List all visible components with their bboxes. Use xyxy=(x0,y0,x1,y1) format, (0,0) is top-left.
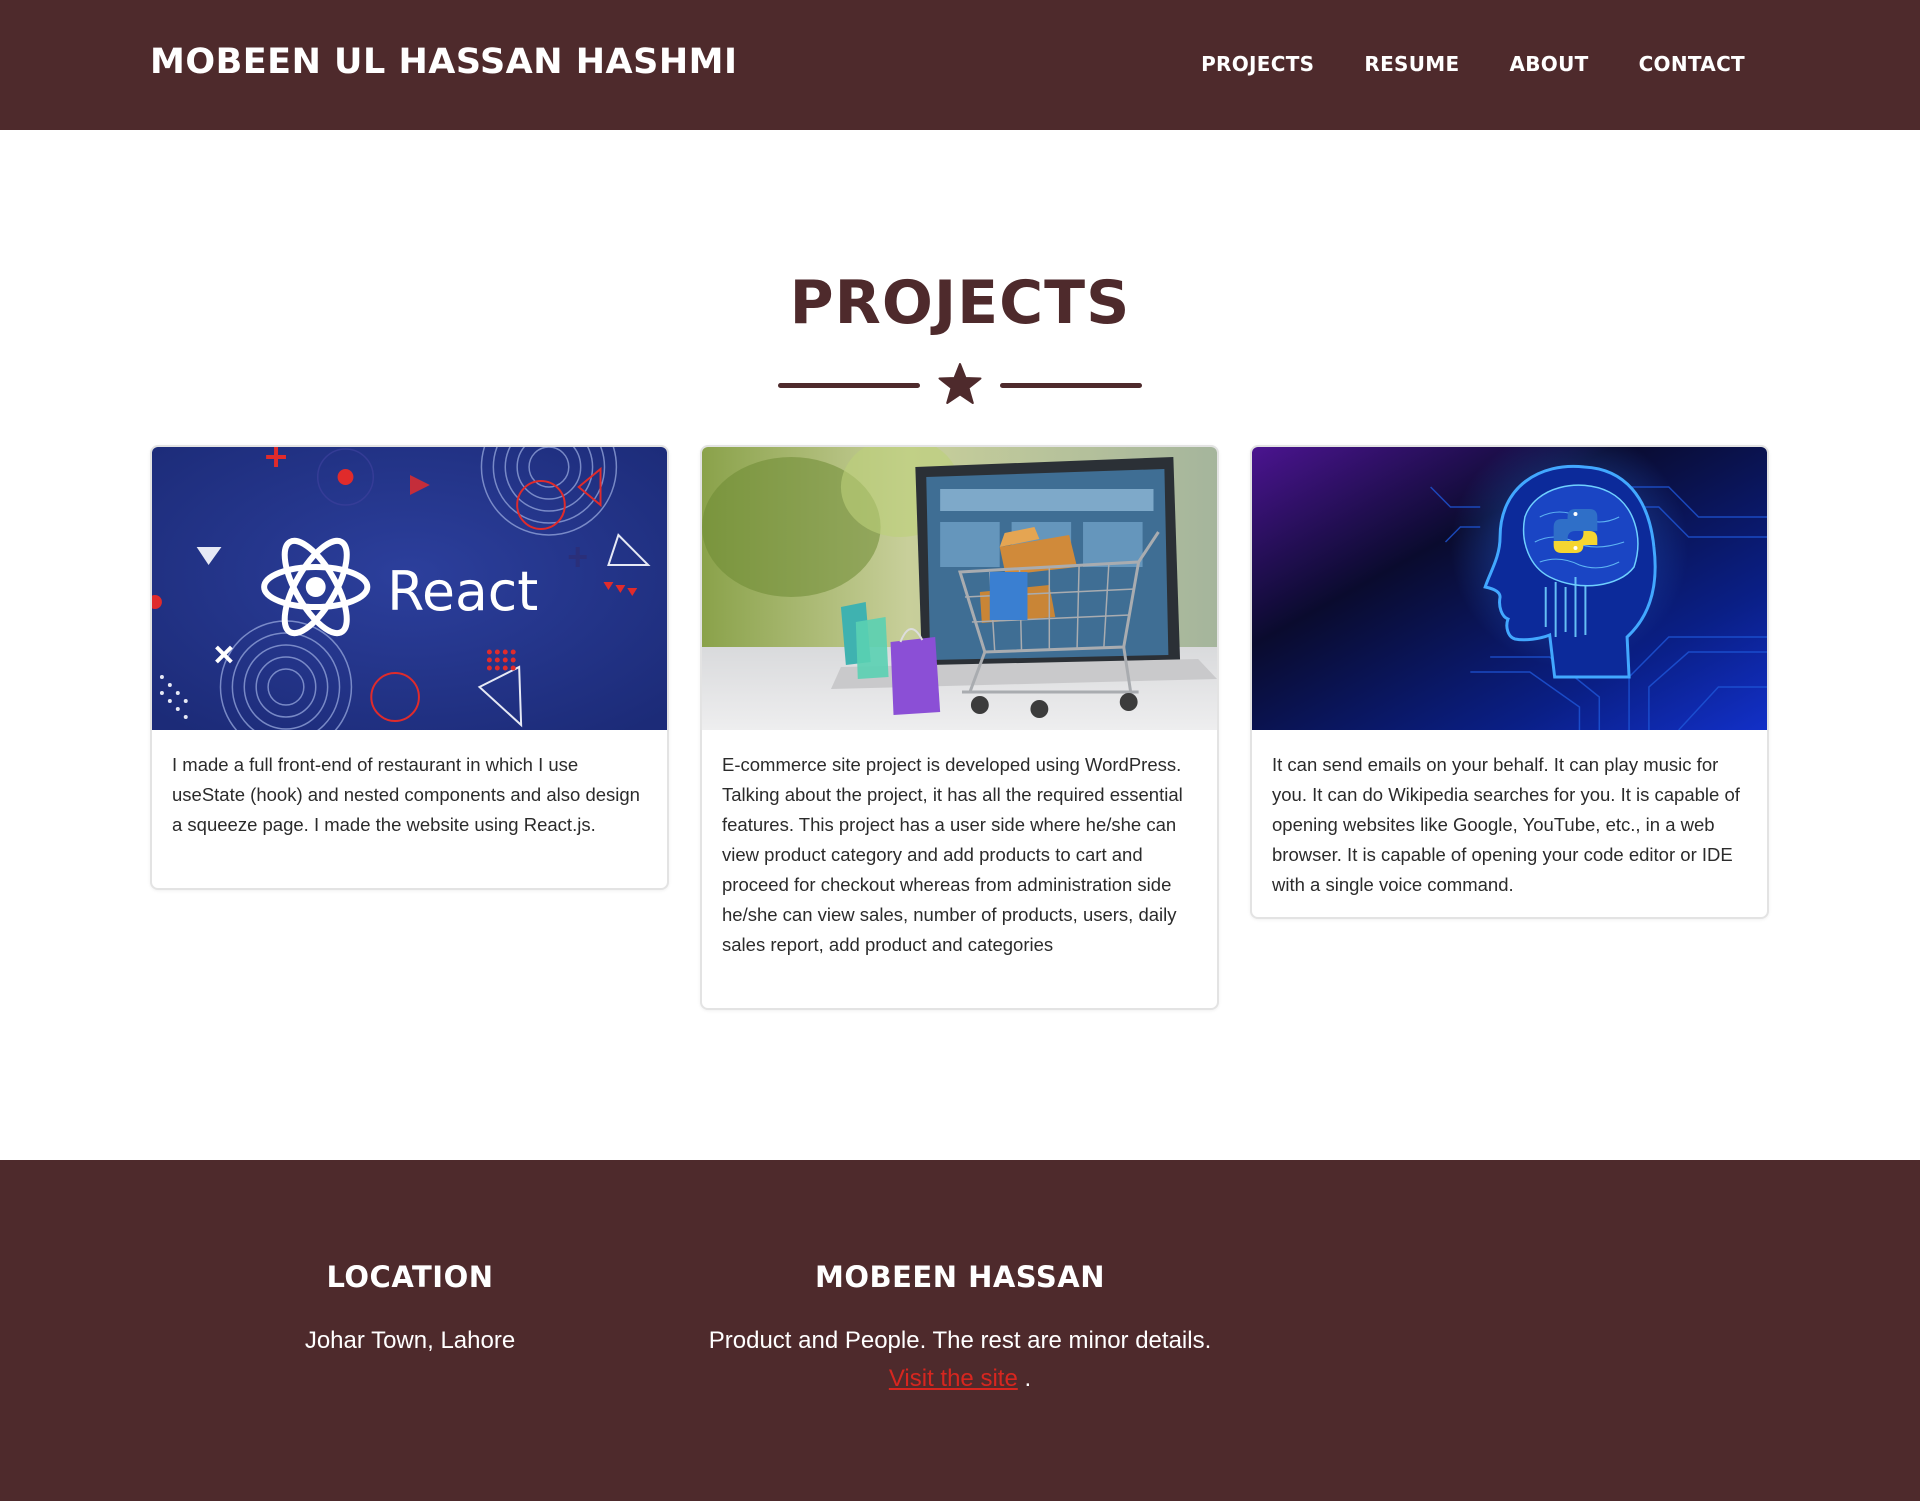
footer-about: MOBEEN HASSAN Product and People. The re… xyxy=(660,1260,1260,1398)
top-navbar: MOBEEN UL HASSAN HASHMI PROJECTS RESUME … xyxy=(0,0,1920,130)
nav-projects-link[interactable]: PROJECTS xyxy=(1201,52,1314,76)
about-link-line: Visit the site . xyxy=(660,1360,1260,1398)
project-description: It can send emails on your behalf. It ca… xyxy=(1272,754,1740,895)
site-footer: LOCATION Johar Town, Lahore MOBEEN HASSA… xyxy=(0,1160,1920,1501)
footer-location: LOCATION Johar Town, Lahore xyxy=(250,1260,570,1360)
about-text: Product and People. The rest are minor d… xyxy=(708,1327,1212,1354)
location-text: Johar Town, Lahore xyxy=(304,1327,516,1354)
nav-resume-link[interactable]: RESUME xyxy=(1364,52,1459,76)
location-heading: LOCATION xyxy=(326,1260,494,1294)
link-suffix: . xyxy=(1017,1365,1032,1392)
heading-divider xyxy=(776,362,1144,406)
star-icon xyxy=(938,363,982,404)
divider-line-left xyxy=(778,383,920,388)
python-assistant-image xyxy=(1252,447,1767,730)
react-project-image: React xyxy=(152,447,667,730)
projects-heading: PROJECTS xyxy=(789,268,1131,338)
svg-text:React: React xyxy=(387,560,538,623)
project-description: E-commerce site project is developed usi… xyxy=(722,754,1183,955)
project-card-react[interactable]: React I made a full front-end of restaur… xyxy=(150,445,669,890)
visit-site-link[interactable]: Visit the site xyxy=(889,1365,1018,1392)
about-heading: MOBEEN HASSAN xyxy=(814,1260,1105,1294)
project-card-python-assistant[interactable]: It can send emails on your behalf. It ca… xyxy=(1250,445,1769,919)
project-description: I made a full front-end of restaurant in… xyxy=(172,754,640,835)
nav-about-link[interactable]: ABOUT xyxy=(1509,52,1588,76)
main-nav: PROJECTS RESUME ABOUT CONTACT xyxy=(1201,52,1745,76)
project-card-ecommerce[interactable]: E-commerce site project is developed usi… xyxy=(700,445,1219,1010)
ecommerce-project-image xyxy=(702,447,1217,730)
divider-line-right xyxy=(1000,383,1142,388)
nav-contact-link[interactable]: CONTACT xyxy=(1639,52,1745,76)
site-brand[interactable]: MOBEEN UL HASSAN HASHMI xyxy=(150,42,737,82)
